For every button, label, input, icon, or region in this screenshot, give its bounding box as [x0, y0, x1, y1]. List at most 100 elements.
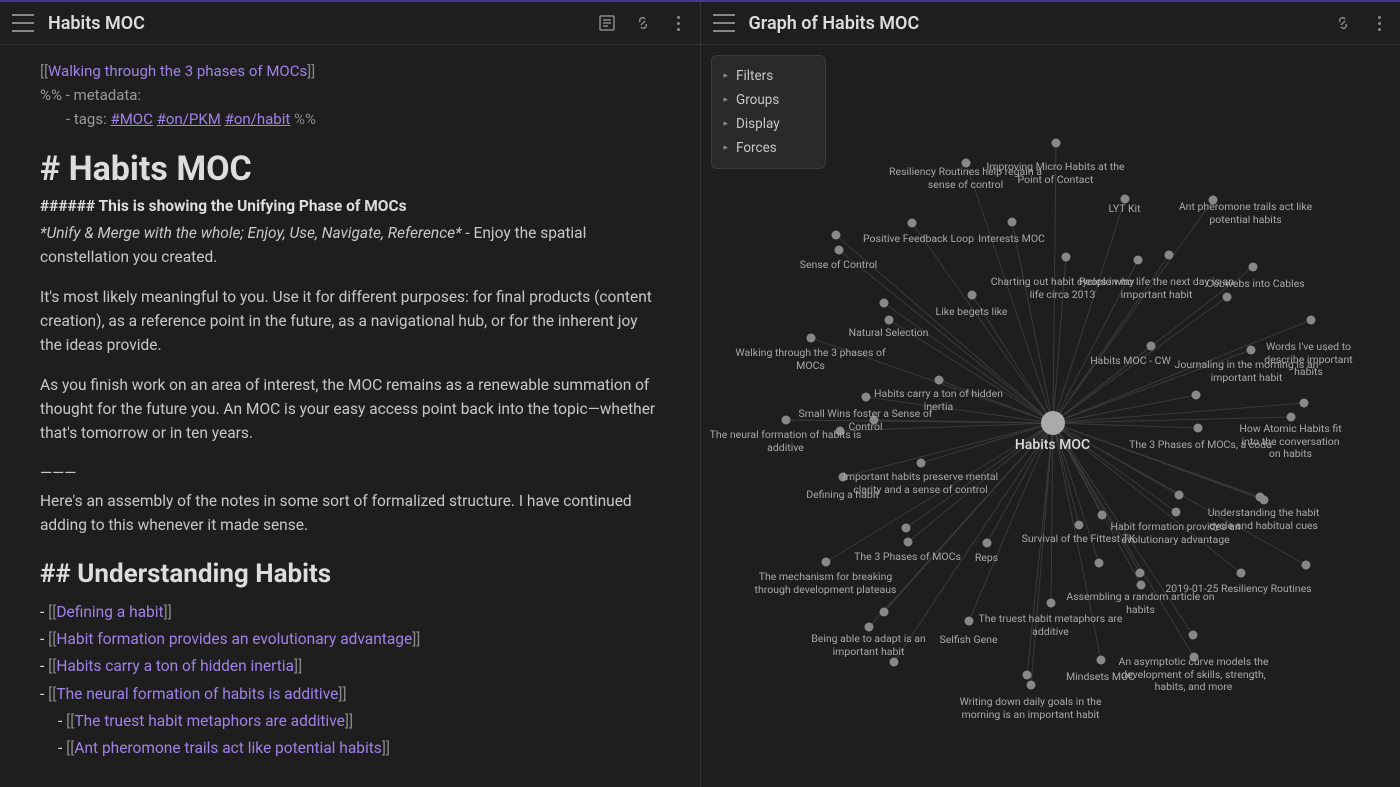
wikilink[interactable]: Defining a habit [56, 603, 163, 621]
graph-node[interactable] [838, 473, 847, 482]
heading-2: ## Understanding Habits [40, 559, 660, 589]
graph-node[interactable] [1136, 581, 1145, 590]
paragraph: It's most likely meaningful to you. Use … [40, 285, 660, 357]
graph-node[interactable] [781, 416, 790, 425]
graph-node[interactable] [1022, 671, 1031, 680]
graph-node[interactable] [1046, 599, 1055, 608]
graph-title: Graph of Habits MOC [749, 13, 1335, 34]
wikilink[interactable]: Habit formation provides an evolutionary… [56, 630, 412, 648]
link-icon[interactable] [634, 14, 652, 32]
wikilink[interactable]: Habits carry a ton of hidden inertia [56, 657, 294, 675]
graph-canvas[interactable]: Filters Groups Display Forces Habits MOC… [701, 45, 1400, 787]
graph-node[interactable] [1074, 521, 1083, 530]
paragraph: Here's an assembly of the notes in some … [40, 489, 660, 537]
graph-node[interactable] [964, 617, 973, 626]
graph-node[interactable] [1259, 496, 1268, 505]
tag[interactable]: #MOC [110, 110, 152, 128]
wikilink[interactable]: Ant pheromone trails act like potential … [74, 739, 381, 757]
list-item: [[Habit formation provides an evolutiona… [40, 626, 660, 653]
graph-node[interactable] [916, 459, 925, 468]
list: [[Defining a habit]][[Habit formation pr… [40, 599, 660, 762]
graph-node[interactable] [901, 524, 910, 533]
graph-pane: Graph of Habits MOC Filters Groups Displ… [701, 0, 1400, 787]
list-item: [[The truest habit metaphors are additiv… [58, 708, 660, 735]
graph-node[interactable] [1096, 656, 1105, 665]
graph-node[interactable] [1193, 424, 1202, 433]
tag[interactable]: #on/habit [225, 110, 291, 128]
link-icon[interactable] [1334, 14, 1352, 32]
list-item: [[Habits carry a ton of hidden inertia]] [40, 653, 660, 680]
editor-pane: Habits MOC [[Walking through the 3 phase… [0, 0, 701, 787]
graph-node[interactable] [861, 393, 870, 402]
menu-icon[interactable] [12, 14, 34, 32]
graph-node[interactable] [821, 558, 830, 567]
graph-node[interactable] [1094, 559, 1103, 568]
graph-header: Graph of Habits MOC [701, 2, 1400, 45]
graph-node[interactable] [907, 219, 916, 228]
wikilink[interactable]: Walking through the 3 phases of MOCs [48, 62, 307, 80]
graph-node[interactable] [1133, 256, 1142, 265]
graph-controls: Filters Groups Display Forces [711, 55, 826, 169]
graph-node[interactable] [1171, 508, 1180, 517]
graph-node[interactable] [831, 231, 840, 240]
graph-node[interactable] [884, 316, 893, 325]
list-item: [[Ant pheromone trails act like potentia… [58, 735, 660, 762]
more-icon[interactable] [670, 14, 688, 32]
wikilink[interactable]: The truest habit metaphors are additive [74, 712, 344, 730]
graph-node[interactable] [1189, 653, 1198, 662]
graph-node[interactable] [1246, 346, 1255, 355]
graph-node[interactable] [1286, 413, 1295, 422]
graph-node[interactable] [834, 246, 843, 255]
list-item: [[The neural formation of habits is addi… [40, 681, 660, 708]
graph-node[interactable] [1097, 511, 1106, 520]
graph-node[interactable] [889, 658, 898, 667]
graph-node[interactable] [1236, 569, 1245, 578]
graph-node[interactable] [1026, 681, 1035, 690]
editor-body[interactable]: [[Walking through the 3 phases of MOCs]]… [0, 45, 700, 787]
menu-icon[interactable] [713, 14, 735, 32]
wikilink[interactable]: The neural formation of habits is additi… [56, 685, 338, 703]
graph-node[interactable] [1135, 569, 1144, 578]
meta-line: %% - metadata: [40, 83, 660, 107]
graph-node-main[interactable] [1041, 411, 1065, 435]
editor-title: Habits MOC [48, 13, 598, 34]
preview-icon[interactable] [598, 14, 616, 32]
graph-node[interactable] [1164, 251, 1173, 260]
divider: ——— [40, 461, 660, 485]
graph-node[interactable] [967, 291, 976, 300]
control-display[interactable]: Display [712, 112, 825, 136]
graph-node[interactable] [835, 427, 844, 436]
graph-node[interactable] [934, 376, 943, 385]
graph-node[interactable] [806, 334, 815, 343]
control-filters[interactable]: Filters [712, 64, 825, 88]
tag[interactable]: #on/PKM [157, 110, 221, 128]
control-groups[interactable]: Groups [712, 88, 825, 112]
graph-node[interactable] [961, 159, 970, 168]
graph-node[interactable] [1120, 195, 1129, 204]
graph-node[interactable] [903, 538, 912, 547]
graph-node[interactable] [1306, 316, 1315, 325]
graph-node[interactable] [1248, 263, 1257, 272]
graph-node[interactable] [1051, 139, 1060, 148]
graph-node[interactable] [869, 416, 878, 425]
graph-node[interactable] [1188, 631, 1197, 640]
graph-node[interactable] [879, 299, 888, 308]
editor-header: Habits MOC [0, 2, 700, 45]
graph-node[interactable] [1174, 491, 1183, 500]
graph-node[interactable] [1299, 399, 1308, 408]
graph-node[interactable] [1301, 561, 1310, 570]
more-icon[interactable] [1370, 14, 1388, 32]
control-forces[interactable]: Forces [712, 136, 825, 160]
heading-6: ###### This is showing the Unifying Phas… [40, 197, 660, 215]
graph-node[interactable] [982, 539, 991, 548]
graph-node[interactable] [1061, 253, 1070, 262]
graph-node[interactable] [1146, 342, 1155, 351]
graph-node[interactable] [879, 608, 888, 617]
list-item: [[Defining a habit]] [40, 599, 660, 626]
graph-node[interactable] [1007, 218, 1016, 227]
graph-node[interactable] [1222, 293, 1231, 302]
graph-node[interactable] [1208, 196, 1217, 205]
graph-node[interactable] [1191, 391, 1200, 400]
graph-node[interactable] [864, 623, 873, 632]
paragraph: As you finish work on an area of interes… [40, 373, 660, 445]
